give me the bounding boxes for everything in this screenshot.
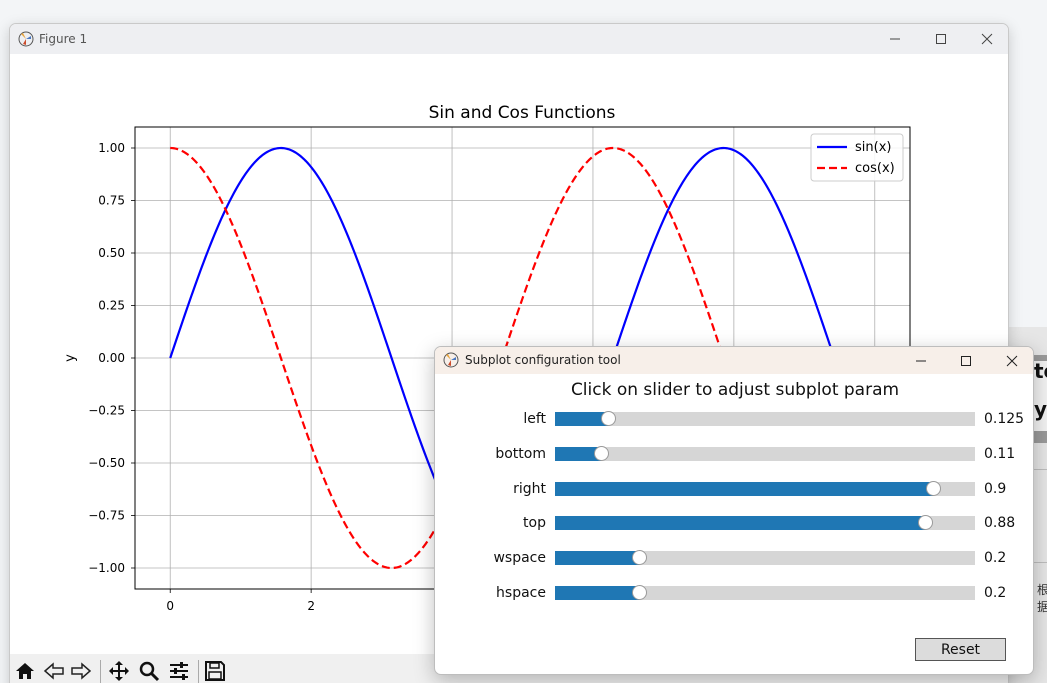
save-icon: [205, 661, 225, 681]
dialog-heading: Click on slider to adjust subplot param: [570, 380, 900, 400]
configure-subplots-icon: [170, 662, 188, 680]
dialog-titlebar[interactable]: Subplot configuration tool: [435, 347, 1033, 374]
chart-title: Sin and Cos Functions: [429, 103, 616, 123]
slider-row-hspace: hspace 0.2: [435, 583, 1033, 603]
matplotlib-icon: [443, 352, 459, 368]
pan-icon: [109, 661, 129, 681]
slider-right[interactable]: [555, 480, 975, 496]
slider-handle[interactable]: [632, 585, 647, 600]
minimize-icon: [890, 38, 900, 40]
x-tick-label: 2: [307, 599, 315, 613]
close-button[interactable]: [964, 24, 1008, 54]
slider-handle[interactable]: [600, 411, 616, 426]
slider-label: top: [523, 515, 546, 532]
pan-button[interactable]: [106, 658, 132, 683]
back-button[interactable]: [41, 658, 67, 683]
slider-value: 0.88: [984, 515, 1016, 532]
slider-value: 0.2: [984, 585, 1007, 601]
legend-label: sin(x): [855, 140, 891, 155]
slider-row-bottom: bottom 0.11: [435, 444, 1033, 464]
back-icon: [43, 662, 64, 680]
minimize-icon: [916, 360, 926, 361]
y-tick-label: −1.00: [88, 561, 125, 575]
slider-fill: [555, 412, 608, 426]
slider-row-top: top 0.88: [435, 513, 1033, 533]
forward-icon: [71, 662, 92, 680]
reset-button[interactable]: Reset: [915, 638, 1006, 661]
toolbar-separator: [198, 660, 199, 683]
slider-row-left: left 0.125: [435, 409, 1033, 429]
figure-titlebar[interactable]: Figure 1: [10, 24, 1008, 54]
maximize-icon: [936, 34, 946, 44]
slider-handle[interactable]: [926, 480, 941, 496]
slider-fill: [555, 516, 925, 531]
slider-row-right: right 0.9: [435, 479, 1033, 499]
slider-value: 0.9: [984, 480, 1007, 497]
window-title: Figure 1: [39, 32, 88, 46]
forward-button[interactable]: [68, 658, 94, 683]
slider-handle[interactable]: [594, 445, 610, 461]
slider-bottom[interactable]: [555, 445, 975, 461]
minimize-button[interactable]: [872, 24, 918, 54]
maximize-icon: [961, 355, 971, 366]
zoom-button[interactable]: [136, 658, 162, 683]
dialog-maximize-button[interactable]: [943, 347, 989, 374]
matplotlib-icon: [18, 31, 34, 47]
close-icon: [1006, 355, 1018, 366]
home-icon: [16, 663, 34, 679]
x-tick-label: 0: [166, 599, 174, 613]
y-tick-label: 1.00: [98, 141, 125, 155]
slider-value: 0.125: [984, 411, 1025, 427]
dialog-minimize-button[interactable]: [898, 347, 944, 374]
subplot-config-dialog: Subplot configuration tool Click on slid…: [434, 346, 1034, 675]
slider-top[interactable]: [555, 515, 975, 531]
background-text-1: to: [1034, 359, 1047, 383]
slider-left[interactable]: [555, 411, 975, 426]
slider-label: left: [523, 411, 546, 427]
slider-handle[interactable]: [632, 550, 647, 566]
slider-value: 0.2: [984, 550, 1007, 567]
slider-handle[interactable]: [917, 515, 933, 531]
slider-label: hspace: [496, 585, 546, 601]
y-tick-label: −0.25: [88, 404, 125, 418]
dialog-close-button[interactable]: [989, 347, 1033, 374]
close-icon: [981, 33, 993, 45]
configure-subplots-button[interactable]: [166, 658, 192, 683]
slider-row-wspace: wspace 0.2: [435, 548, 1033, 568]
slider-label: bottom: [495, 445, 546, 462]
y-tick-label: 0.25: [98, 299, 125, 313]
slider-label: wspace: [493, 550, 546, 567]
legend-label: cos(x): [855, 161, 895, 176]
y-tick-label: −0.75: [88, 509, 125, 523]
slider-wspace[interactable]: [555, 550, 975, 566]
slider-label: right: [513, 480, 546, 497]
slider-fill: [555, 551, 639, 566]
zoom-icon: [139, 661, 160, 682]
slider-fill: [555, 586, 639, 600]
toolbar-separator: [100, 660, 101, 683]
slider-fill: [555, 481, 933, 496]
y-tick-label: 0.50: [98, 246, 125, 260]
maximize-button[interactable]: [918, 24, 964, 54]
legend: sin(x) cos(x): [810, 133, 904, 182]
y-tick-label: −0.50: [88, 456, 125, 470]
y-tick-label: 0.00: [98, 351, 125, 365]
save-button[interactable]: [202, 658, 228, 683]
background-text-2: y: [1034, 397, 1047, 421]
slider-value: 0.11: [984, 445, 1016, 462]
home-button[interactable]: [12, 658, 38, 683]
y-tick-label: 0.75: [98, 194, 125, 208]
y-axis-label: y: [63, 354, 78, 362]
background-text-3: 根据: [1037, 583, 1047, 614]
slider-hspace[interactable]: [555, 585, 975, 600]
dialog-title: Subplot configuration tool: [465, 353, 621, 367]
